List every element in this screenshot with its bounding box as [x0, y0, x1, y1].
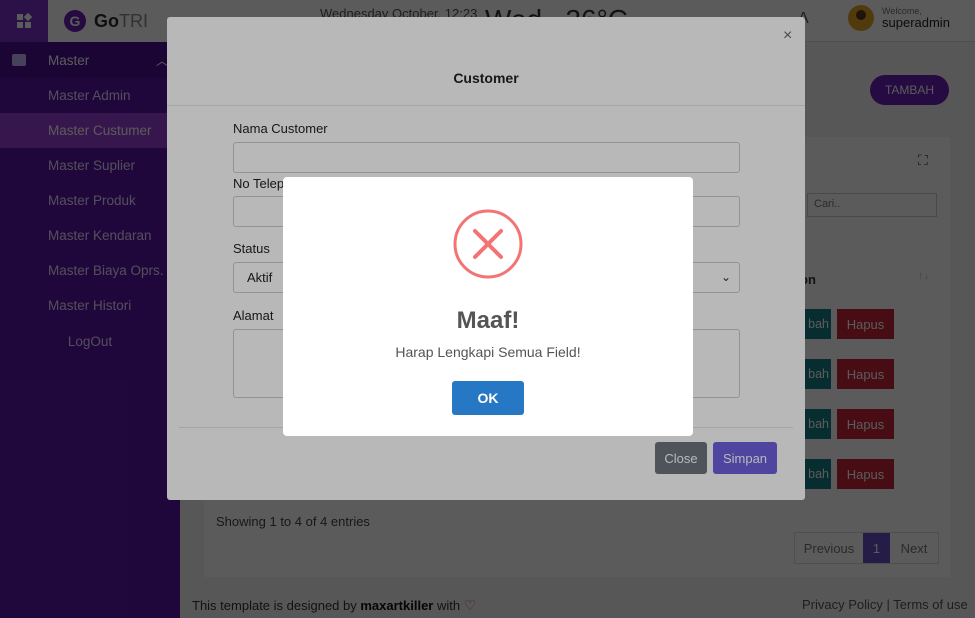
alert-title: Maaf!: [456, 307, 520, 334]
ok-button[interactable]: OK: [452, 381, 524, 415]
alert-message: Harap Lengkapi Semua Field!: [395, 344, 581, 360]
error-alert: Maaf! Harap Lengkapi Semua Field! OK: [283, 177, 693, 436]
error-x-icon: [453, 209, 523, 279]
